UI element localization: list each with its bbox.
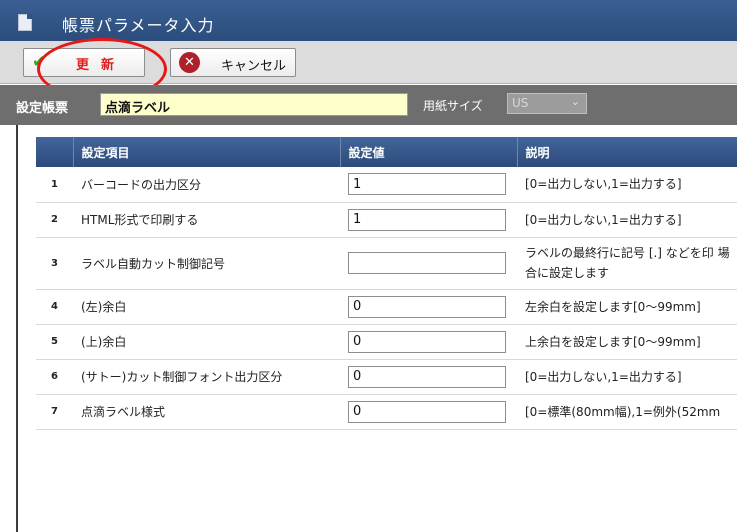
header-desc: 説明: [517, 137, 737, 167]
row-desc: ラベルの最終行に記号 [.] などを印 場合に設定します: [517, 237, 737, 290]
row-item: ラベル自動カット制御記号: [73, 237, 340, 290]
row-number: 1: [36, 167, 73, 203]
row-item: (左)余白: [73, 289, 340, 325]
row-number: 4: [36, 289, 73, 325]
content-frame: 設定項目 設定値 説明 1 バーコードの出力区分 [0=出力しない,1=出力する…: [16, 125, 737, 532]
row-value-cell: [340, 289, 517, 325]
row-desc: [0=出力しない,1=出力する]: [517, 202, 737, 238]
row-value-cell: [340, 237, 517, 290]
table-row: 3 ラベル自動カット制御記号 ラベルの最終行に記号 [.] などを印 場合に設定…: [36, 237, 737, 290]
settings-bar: 設定帳票 点滴ラベル 用紙サイズ US ⌄: [0, 85, 737, 125]
toolbar: ✔ 更新 ✕ キャンセル: [0, 41, 737, 84]
row-number: 6: [36, 359, 73, 395]
chevron-down-icon: ⌄: [570, 95, 580, 108]
header-no: [36, 137, 74, 167]
row-value-cell: [340, 359, 517, 395]
parameter-table: 設定項目 設定値 説明 1 バーコードの出力区分 [0=出力しない,1=出力する…: [36, 137, 737, 430]
row-number: 5: [36, 324, 73, 360]
form-name-field[interactable]: 点滴ラベル: [100, 93, 408, 116]
title-bar: 帳票パラメータ入力: [0, 0, 737, 41]
row-desc: [0=出力しない,1=出力する]: [517, 359, 737, 395]
value-input[interactable]: [348, 330, 506, 353]
value-input[interactable]: [348, 295, 506, 318]
value-input[interactable]: [348, 208, 506, 231]
row-value-cell: [340, 202, 517, 238]
row-desc: [0=出力しない,1=出力する]: [517, 167, 737, 203]
row-number: 3: [36, 237, 73, 290]
row-item: HTML形式で印刷する: [73, 202, 340, 238]
update-button-label: 更新: [76, 58, 127, 73]
row-desc: 上余白を設定します[0～99mm]: [517, 324, 737, 360]
header-item: 設定項目: [73, 137, 341, 167]
paper-size-label: 用紙サイズ: [423, 99, 483, 113]
checkmark-icon: ✔: [32, 52, 47, 72]
paper-size-select[interactable]: US ⌄: [507, 93, 587, 114]
row-value-cell: [340, 324, 517, 360]
form-label: 設定帳票: [16, 101, 69, 116]
table-header-row: 設定項目 設定値 説明: [36, 137, 737, 167]
table-row: 7 点滴ラベル様式 [0=標準(80mm幅),1=例外(52mm: [36, 394, 737, 430]
row-item: (上)余白: [73, 324, 340, 360]
row-number: 7: [36, 394, 73, 430]
table-row: 4 (左)余白 左余白を設定します[0～99mm]: [36, 289, 737, 325]
table-row: 2 HTML形式で印刷する [0=出力しない,1=出力する]: [36, 202, 737, 238]
document-icon: [18, 14, 32, 31]
table-row: 5 (上)余白 上余白を設定します[0～99mm]: [36, 324, 737, 360]
cancel-button-label: キャンセル: [221, 59, 287, 74]
table-row: 1 バーコードの出力区分 [0=出力しない,1=出力する]: [36, 167, 737, 203]
cancel-x-icon: ✕: [179, 52, 200, 73]
row-number: 2: [36, 202, 73, 238]
row-desc: [0=標準(80mm幅),1=例外(52mm: [517, 394, 737, 430]
cancel-button[interactable]: ✕ キャンセル: [170, 48, 296, 77]
window-title: 帳票パラメータ入力: [62, 16, 215, 35]
value-input[interactable]: [348, 252, 506, 274]
header-value: 設定値: [340, 137, 518, 167]
value-input[interactable]: [348, 173, 506, 196]
row-value-cell: [340, 394, 517, 430]
table-row: 6 (サトー)カット制御フォント出力区分 [0=出力しない,1=出力する]: [36, 359, 737, 395]
row-value-cell: [340, 167, 517, 203]
row-desc: 左余白を設定します[0～99mm]: [517, 289, 737, 325]
value-input[interactable]: [348, 365, 506, 388]
value-input[interactable]: [348, 400, 506, 423]
row-item: (サトー)カット制御フォント出力区分: [73, 359, 340, 395]
paper-size-value: US: [512, 96, 529, 110]
row-item: 点滴ラベル様式: [73, 394, 340, 430]
update-button[interactable]: ✔ 更新: [23, 48, 145, 77]
row-item: バーコードの出力区分: [73, 167, 340, 203]
